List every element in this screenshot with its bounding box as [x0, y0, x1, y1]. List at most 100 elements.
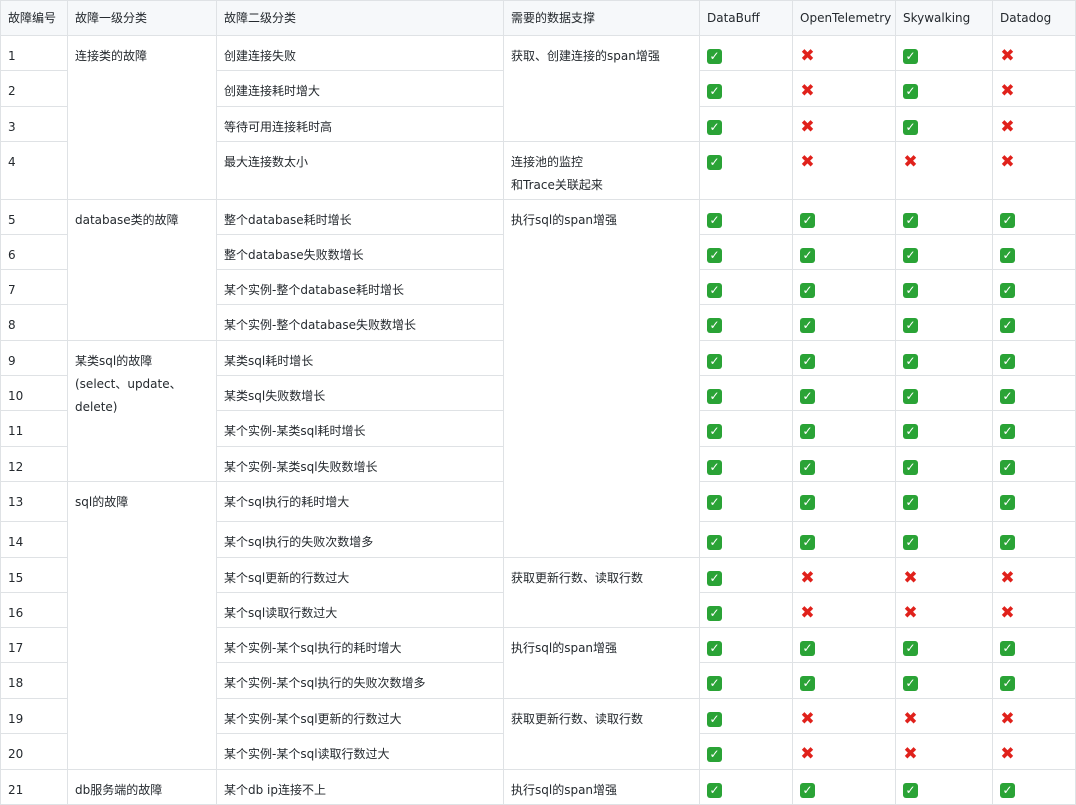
- data-support-line: 获取、创建连接的span增强: [511, 49, 660, 63]
- data-support-cell: 执行sql的span增强: [503, 627, 699, 698]
- check-mark-icon: ✓: [1000, 248, 1015, 263]
- check-mark-icon: ✓: [1000, 213, 1015, 228]
- level2-category-cell: 某个实例-整个database耗时增长: [216, 269, 503, 304]
- check-mark-icon: ✓: [707, 120, 722, 135]
- level2-category-cell: 某个实例-某个sql执行的失败次数增多: [216, 662, 503, 698]
- data-support-line: 获取更新行数、读取行数: [511, 712, 644, 726]
- fault-id-cell: 1: [0, 35, 67, 70]
- cross-mark-icon: ✖: [800, 152, 815, 172]
- check-mark-icon: ✓: [1000, 641, 1015, 656]
- fault-id-cell: 11: [0, 410, 67, 446]
- header-level2-category: 故障二级分类: [216, 0, 503, 35]
- fault-id-cell: 5: [0, 199, 67, 234]
- skywalking-support-cell: ✓: [895, 375, 992, 410]
- data-support-cell: 获取更新行数、读取行数: [503, 557, 699, 627]
- check-mark-icon: ✓: [707, 248, 722, 263]
- header-skywalking: Skywalking: [895, 0, 992, 35]
- check-mark-icon: ✓: [707, 354, 722, 369]
- skywalking-support-cell: ✓: [895, 106, 992, 141]
- level2-category-cell: 创建连接耗时增大: [216, 70, 503, 106]
- cross-mark-icon: ✖: [903, 603, 918, 623]
- databuff-support-cell: ✓: [699, 141, 792, 199]
- datadog-support-cell: ✓: [992, 304, 1076, 340]
- databuff-support-cell: ✓: [699, 234, 792, 269]
- level2-category-cell: 整个database失败数增长: [216, 234, 503, 269]
- check-mark-icon: ✓: [800, 354, 815, 369]
- fault-id-cell: 14: [0, 521, 67, 557]
- fault-id-cell: 12: [0, 446, 67, 481]
- datadog-support-cell: ✓: [992, 269, 1076, 304]
- level2-category-cell: 某个实例-某类sql失败数增长: [216, 446, 503, 481]
- cross-mark-icon: ✖: [1000, 152, 1015, 172]
- datadog-support-cell: ✖: [992, 698, 1076, 733]
- check-mark-icon: ✓: [1000, 495, 1015, 510]
- skywalking-support-cell: ✖: [895, 592, 992, 627]
- level2-category-cell: 创建连接失败: [216, 35, 503, 70]
- level1-category-cell: 连接类的故障: [67, 35, 216, 199]
- level2-category-cell: 某个db ip连接不上: [216, 769, 503, 804]
- check-mark-icon: ✓: [903, 389, 918, 404]
- skywalking-support-cell: ✓: [895, 35, 992, 70]
- check-mark-icon: ✓: [800, 495, 815, 510]
- skywalking-support-cell: ✓: [895, 481, 992, 521]
- level2-category-cell: 最大连接数太小: [216, 141, 503, 199]
- data-support-line: 和Trace关联起来: [511, 178, 603, 192]
- opentelemetry-support-cell: ✓: [792, 662, 895, 698]
- check-mark-icon: ✓: [903, 354, 918, 369]
- databuff-support-cell: ✓: [699, 35, 792, 70]
- level2-category-cell: 某个实例-某个sql执行的耗时增大: [216, 627, 503, 662]
- header-datadog: Datadog: [992, 0, 1076, 35]
- datadog-support-cell: ✖: [992, 592, 1076, 627]
- check-mark-icon: ✓: [707, 283, 722, 298]
- datadog-support-cell: ✓: [992, 340, 1076, 375]
- cross-mark-icon: ✖: [1000, 46, 1015, 66]
- opentelemetry-support-cell: ✓: [792, 340, 895, 375]
- datadog-support-cell: ✖: [992, 35, 1076, 70]
- datadog-support-cell: ✓: [992, 769, 1076, 804]
- check-mark-icon: ✓: [800, 535, 815, 550]
- level2-category-cell: 某个实例-某个sql更新的行数过大: [216, 698, 503, 733]
- check-mark-icon: ✓: [707, 535, 722, 550]
- databuff-support-cell: ✓: [699, 410, 792, 446]
- databuff-support-cell: ✓: [699, 521, 792, 557]
- level1-category-cell: 某类sql的故障 (select、update、 delete): [67, 340, 216, 481]
- databuff-support-cell: ✓: [699, 304, 792, 340]
- fault-id-cell: 6: [0, 234, 67, 269]
- level1-category-line: db服务端的故障: [75, 783, 163, 797]
- datadog-support-cell: ✖: [992, 106, 1076, 141]
- level1-category-line: database类的故障: [75, 213, 179, 227]
- cross-mark-icon: ✖: [903, 709, 918, 729]
- level1-category-cell: db服务端的故障: [67, 769, 216, 804]
- fault-id-cell: 2: [0, 70, 67, 106]
- datadog-support-cell: ✓: [992, 375, 1076, 410]
- opentelemetry-support-cell: ✓: [792, 410, 895, 446]
- databuff-support-cell: ✓: [699, 481, 792, 521]
- datadog-support-cell: ✓: [992, 199, 1076, 234]
- cross-mark-icon: ✖: [800, 744, 815, 764]
- fault-id-cell: 9: [0, 340, 67, 375]
- check-mark-icon: ✓: [800, 283, 815, 298]
- check-mark-icon: ✓: [707, 783, 722, 798]
- check-mark-icon: ✓: [903, 283, 918, 298]
- check-mark-icon: ✓: [800, 318, 815, 333]
- databuff-support-cell: ✓: [699, 70, 792, 106]
- check-mark-icon: ✓: [1000, 354, 1015, 369]
- skywalking-support-cell: ✓: [895, 521, 992, 557]
- check-mark-icon: ✓: [707, 460, 722, 475]
- skywalking-support-cell: ✓: [895, 234, 992, 269]
- check-mark-icon: ✓: [1000, 676, 1015, 691]
- opentelemetry-support-cell: ✖: [792, 70, 895, 106]
- cross-mark-icon: ✖: [1000, 81, 1015, 101]
- cross-mark-icon: ✖: [1000, 709, 1015, 729]
- cross-mark-icon: ✖: [800, 603, 815, 623]
- databuff-support-cell: ✓: [699, 733, 792, 769]
- datadog-support-cell: ✓: [992, 521, 1076, 557]
- check-mark-icon: ✓: [1000, 783, 1015, 798]
- fault-id-cell: 19: [0, 698, 67, 733]
- opentelemetry-support-cell: ✓: [792, 769, 895, 804]
- check-mark-icon: ✓: [707, 49, 722, 64]
- opentelemetry-support-cell: ✓: [792, 269, 895, 304]
- skywalking-support-cell: ✖: [895, 557, 992, 592]
- databuff-support-cell: ✓: [699, 199, 792, 234]
- check-mark-icon: ✓: [1000, 318, 1015, 333]
